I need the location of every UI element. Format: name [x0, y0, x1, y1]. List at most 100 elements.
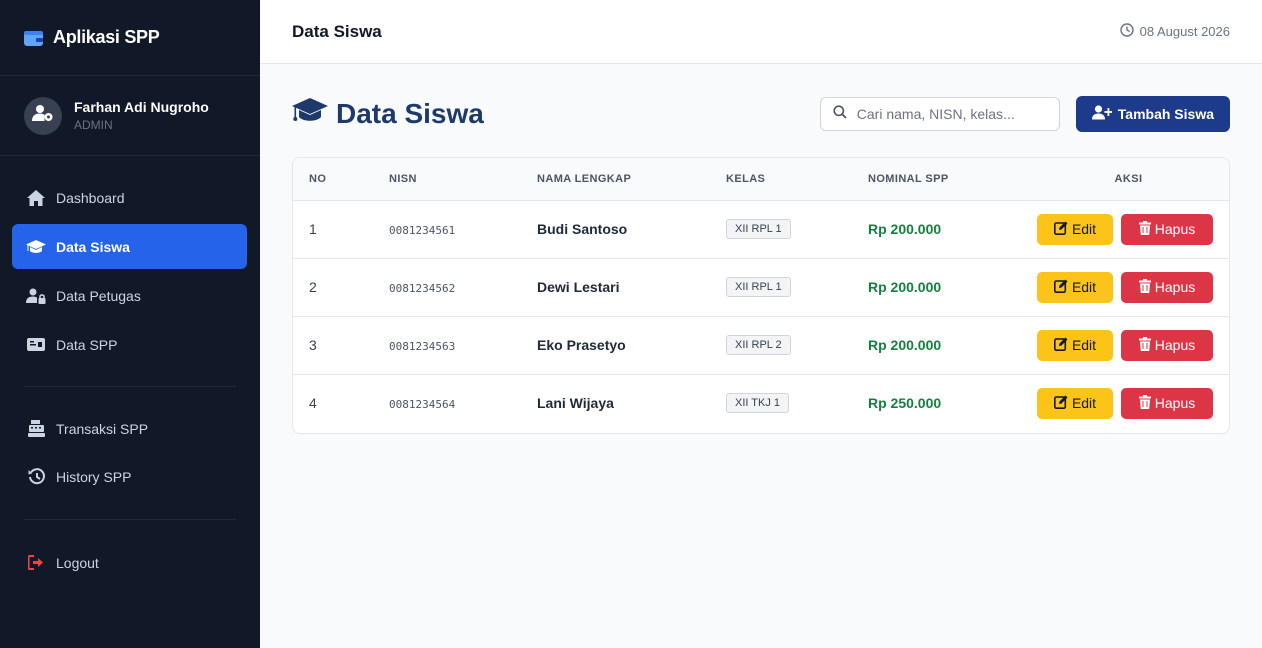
profile-name: Farhan Adi Nugroho — [74, 99, 209, 115]
cell-nisn: 0081234562 — [389, 282, 456, 295]
table-row: 2 0081234562 Dewi Lestari XII RPL 1 Rp 2… — [293, 258, 1229, 316]
user-profile: Farhan Adi Nugroho ADMIN — [0, 76, 260, 156]
search-icon — [833, 104, 847, 124]
user-lock-icon — [26, 287, 46, 305]
page-title: Data Siswa — [292, 97, 484, 131]
cell-nisn: 0081234563 — [389, 340, 456, 353]
sidebar-item-label: Dashboard — [56, 189, 125, 206]
sidebar: Aplikasi SPP Farhan Adi Nugroho ADMIN Da… — [0, 0, 260, 648]
cash-register-icon — [26, 420, 46, 438]
cell-nama: Budi Santoso — [537, 221, 628, 237]
sidebar-item-dashboard[interactable]: Dashboard — [12, 175, 247, 220]
trash-icon — [1138, 394, 1155, 412]
table-row: 4 0081234564 Lani Wijaya XII TKJ 1 Rp 25… — [293, 374, 1229, 432]
edit-icon — [1053, 337, 1072, 354]
col-nama: NAMA LENGKAP — [537, 158, 726, 201]
nav-main: Dashboard Data Siswa Data Petugas Data S… — [12, 175, 247, 367]
graduation-cap-icon — [292, 97, 336, 131]
page-header: Data Siswa Tambah Siswa — [292, 96, 1230, 132]
delete-label: Hapus — [1154, 279, 1196, 295]
row-actions: Edit Hapus — [1028, 329, 1229, 361]
sidebar-item-data-siswa[interactable]: Data Siswa — [12, 224, 247, 269]
edit-label: Edit — [1071, 337, 1097, 353]
kelas-badge: XII TKJ 1 — [726, 393, 790, 414]
col-spp: NOMINAL SPP — [868, 158, 1028, 201]
user-plus-icon — [1091, 105, 1118, 123]
students-table-card: NO NISN NAMA LENGKAP KELAS NOMINAL SPP A… — [292, 157, 1230, 434]
nav-divider — [24, 519, 236, 520]
cell-nama: Dewi Lestari — [537, 279, 620, 295]
delete-button[interactable]: Hapus — [1121, 387, 1213, 419]
search-input[interactable] — [856, 106, 1047, 122]
edit-label: Edit — [1071, 395, 1097, 412]
delete-button[interactable]: Hapus — [1121, 213, 1213, 245]
col-no: NO — [293, 158, 389, 201]
col-kelas: KELAS — [726, 158, 868, 201]
delete-label: Hapus — [1154, 221, 1196, 237]
edit-label: Edit — [1071, 279, 1097, 295]
cell-no: 3 — [309, 337, 317, 353]
sidebar-item-label: Logout — [56, 554, 99, 571]
edit-button[interactable]: Edit — [1037, 329, 1113, 361]
money-bill-icon — [26, 336, 46, 354]
sidebar-item-transaksi-spp[interactable]: Transaksi SPP — [12, 406, 247, 451]
students-table: NO NISN NAMA LENGKAP KELAS NOMINAL SPP A… — [293, 158, 1229, 432]
delete-button[interactable]: Hapus — [1121, 271, 1213, 303]
cell-no: 4 — [309, 395, 317, 412]
app-title: Aplikasi SPP — [53, 27, 160, 47]
kelas-badge: XII RPL 1 — [726, 219, 791, 239]
clock-icon — [1119, 23, 1140, 40]
search-box — [819, 97, 1060, 131]
delete-label: Hapus — [1154, 337, 1196, 353]
cell-no: 1 — [309, 221, 317, 237]
nav-transaksi: Transaksi SPP History SPP — [12, 406, 247, 499]
row-actions: Edit Hapus — [1028, 213, 1229, 245]
sidebar-item-label: Data Petugas — [56, 287, 141, 304]
sidebar-item-data-petugas[interactable]: Data Petugas — [12, 273, 247, 318]
edit-button[interactable]: Edit — [1037, 387, 1113, 419]
wallet-icon — [24, 30, 43, 46]
edit-button[interactable]: Edit — [1037, 213, 1113, 245]
table-row: 1 0081234561 Budi Santoso XII RPL 1 Rp 2… — [293, 200, 1229, 258]
sidebar-item-label: Transaksi SPP — [56, 420, 149, 437]
delete-button[interactable]: Hapus — [1121, 329, 1213, 361]
topbar-date: 08 August 2026 — [1119, 23, 1230, 40]
page-actions: Tambah Siswa — [819, 96, 1230, 132]
brand: Aplikasi SPP — [0, 0, 260, 76]
nav-account: Logout — [12, 540, 247, 585]
table-header-row: NO NISN NAMA LENGKAP KELAS NOMINAL SPP A… — [293, 158, 1229, 201]
sidebar-item-label: History SPP — [56, 468, 132, 485]
sidebar-item-label: Data Siswa — [56, 238, 130, 255]
row-actions: Edit Hapus — [1028, 271, 1229, 303]
edit-icon — [1053, 395, 1072, 412]
sidebar-item-label: Data SPP — [56, 336, 118, 353]
topbar-title: Data Siswa — [292, 21, 382, 41]
sign-out-icon — [26, 554, 46, 572]
add-student-label: Tambah Siswa — [1117, 106, 1214, 122]
user-gear-icon — [32, 104, 54, 127]
col-aksi: AKSI — [1028, 158, 1229, 201]
edit-label: Edit — [1071, 221, 1097, 237]
cell-nisn: 0081234564 — [389, 398, 456, 412]
cell-spp: Rp 200.000 — [868, 221, 942, 237]
kelas-badge: XII RPL 1 — [726, 277, 791, 297]
sidebar-item-history-spp[interactable]: History SPP — [12, 454, 247, 499]
history-icon — [26, 468, 46, 486]
avatar — [24, 96, 62, 135]
trash-icon — [1138, 278, 1155, 296]
logout-button[interactable]: Logout — [12, 540, 247, 585]
col-nisn: NISN — [389, 158, 537, 201]
table-row: 3 0081234563 Eko Prasetyo XII RPL 2 Rp 2… — [293, 316, 1229, 374]
page-title-text: Data Siswa — [336, 98, 484, 129]
cell-spp: Rp 200.000 — [868, 279, 942, 295]
cell-nisn: 0081234561 — [389, 224, 456, 237]
cell-spp: Rp 250.000 — [868, 395, 942, 412]
profile-text: Farhan Adi Nugroho ADMIN — [74, 99, 209, 132]
kelas-badge: XII RPL 2 — [726, 335, 791, 355]
add-student-button[interactable]: Tambah Siswa — [1075, 96, 1230, 132]
sidebar-item-data-spp[interactable]: Data SPP — [12, 322, 247, 367]
cell-nama: Eko Prasetyo — [537, 337, 626, 353]
trash-icon — [1138, 336, 1155, 354]
edit-button[interactable]: Edit — [1037, 271, 1113, 303]
home-icon — [26, 189, 46, 207]
